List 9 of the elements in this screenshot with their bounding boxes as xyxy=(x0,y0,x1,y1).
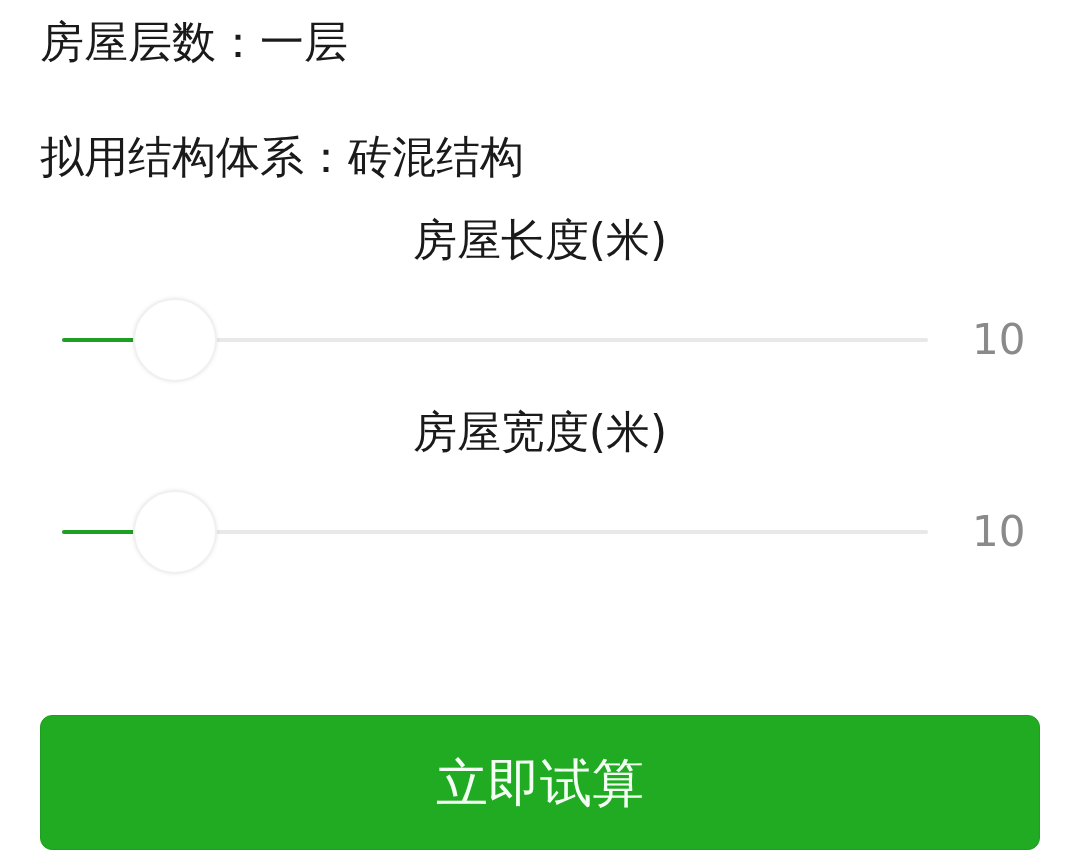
info-text: 房屋层数：一层 xyxy=(40,15,349,69)
slider-value: 10 xyxy=(972,506,1026,558)
info-text: 拟用结构体系：砖混结构 xyxy=(40,130,525,184)
slider-track[interactable] xyxy=(62,298,928,382)
slider-label: 房屋长度(米) xyxy=(411,213,669,267)
calculate-button[interactable]: 立即试算 xyxy=(40,715,1040,850)
slider-value: 10 xyxy=(972,314,1026,366)
slider-label: 房屋宽度(米) xyxy=(411,405,669,459)
slider-track[interactable] xyxy=(62,490,928,574)
